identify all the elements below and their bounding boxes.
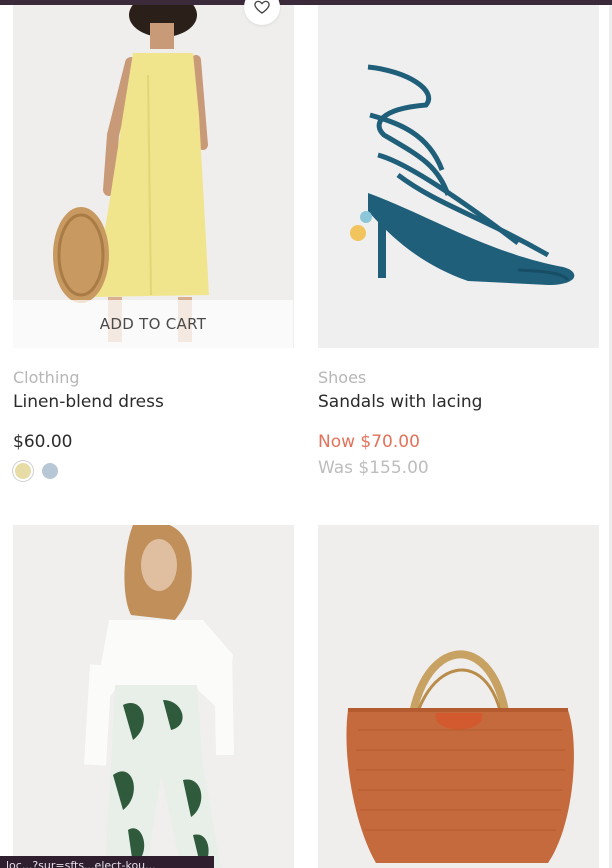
product-category: Shoes bbox=[318, 368, 367, 387]
original-price: Was $155.00 bbox=[318, 458, 429, 478]
bag-photo bbox=[318, 525, 599, 868]
trousers-photo bbox=[13, 525, 294, 868]
product-name[interactable]: Sandals with lacing bbox=[318, 392, 482, 412]
product-image-bag[interactable] bbox=[318, 525, 599, 868]
dress-photo bbox=[13, 5, 294, 348]
product-name[interactable]: Linen-blend dress bbox=[13, 392, 164, 412]
product-price: $60.00 bbox=[13, 432, 73, 452]
product-image-dress[interactable] bbox=[13, 5, 294, 348]
color-swatch-yellow[interactable] bbox=[15, 463, 31, 479]
sale-price: Now $70.00 bbox=[318, 432, 420, 452]
color-swatch-blue[interactable] bbox=[42, 463, 58, 479]
status-bar-url: loc...?sur=sfts...elect-kou... bbox=[0, 856, 214, 868]
sandals-photo bbox=[318, 5, 599, 348]
add-to-cart-button[interactable]: ADD TO CART bbox=[13, 300, 293, 348]
product-image-sandals[interactable] bbox=[318, 5, 599, 348]
product-category: Clothing bbox=[13, 368, 80, 387]
product-image-trousers[interactable] bbox=[13, 525, 294, 868]
heart-icon bbox=[254, 0, 270, 14]
